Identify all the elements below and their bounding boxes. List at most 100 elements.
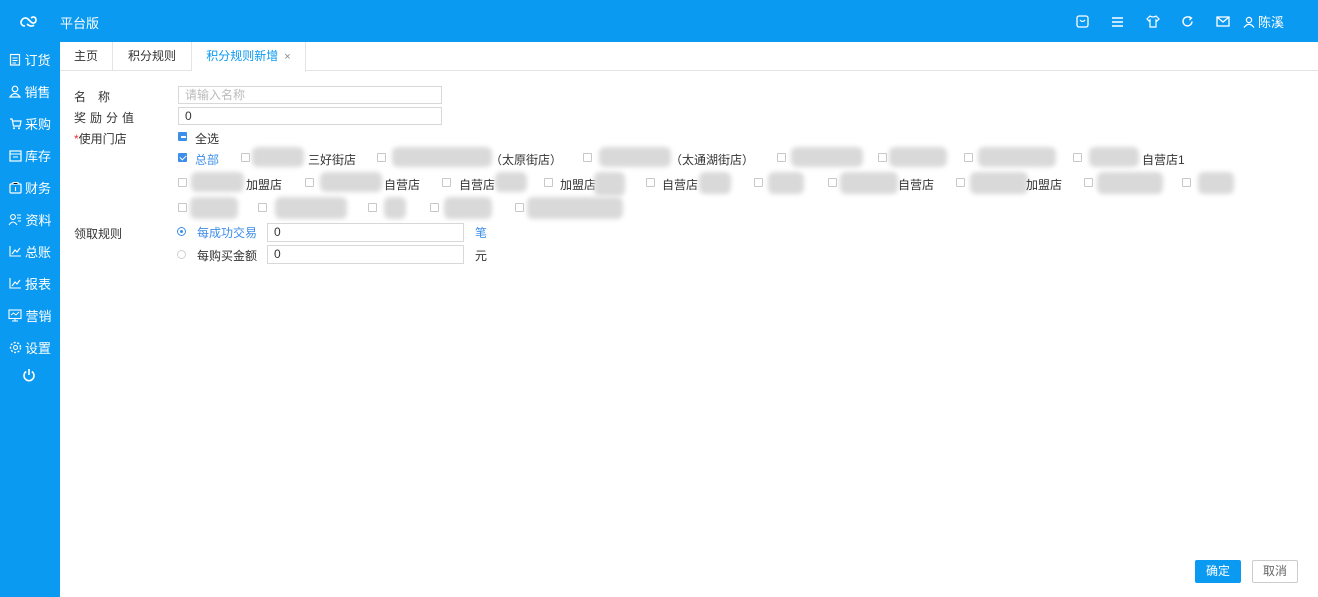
select-all-checkbox[interactable]	[178, 132, 187, 141]
redacted-text	[1097, 172, 1163, 194]
store-checkbox[interactable]	[368, 203, 377, 212]
chart-line-icon	[9, 278, 21, 289]
store-checkbox[interactable]	[258, 203, 267, 212]
store-label: 加盟店	[1026, 178, 1063, 192]
redacted-text	[275, 197, 347, 219]
store-checkbox[interactable]	[1073, 153, 1082, 162]
user-menu[interactable]: 陈溪	[1243, 12, 1284, 31]
refresh-icon[interactable]	[1180, 14, 1196, 30]
redacted-text	[495, 172, 527, 192]
purchase-amount-input[interactable]: 0	[267, 245, 464, 264]
shirt-icon[interactable]	[1145, 14, 1161, 30]
sidebar-item-ledger[interactable]: 总账	[0, 240, 60, 262]
person-icon	[9, 85, 22, 98]
mail-icon[interactable]	[1215, 14, 1231, 30]
rule-label: 领取规则	[74, 227, 123, 241]
redacted-text	[840, 172, 898, 194]
store-label: 三好街店	[308, 153, 357, 167]
sidebar-item-finance[interactable]: 财务	[0, 176, 60, 198]
store-checkbox[interactable]	[956, 178, 965, 187]
tab-bar: 主页 积分规则 积分规则新增 ×	[60, 42, 1318, 72]
tab-close-icon[interactable]: ×	[284, 51, 290, 63]
redacted-text	[384, 197, 406, 219]
store-checkbox[interactable]	[583, 153, 592, 162]
logo-icon	[18, 10, 40, 32]
store-checkbox[interactable]	[430, 203, 439, 212]
reward-input[interactable]: 0	[178, 107, 442, 125]
store-checkbox[interactable]	[964, 153, 973, 162]
store-checkbox[interactable]	[646, 178, 655, 187]
redacted-text	[191, 172, 244, 192]
store-checkbox[interactable]	[178, 153, 187, 162]
redacted-text	[320, 172, 382, 192]
sidebar-item-purchase[interactable]: 采购	[0, 112, 60, 134]
tab-home[interactable]: 主页	[60, 42, 113, 71]
transaction-count-input[interactable]: 0	[267, 223, 464, 242]
rule-radio-per-transaction[interactable]	[177, 227, 186, 236]
store-checkbox[interactable]	[1084, 178, 1093, 187]
store-checkbox[interactable]	[754, 178, 763, 187]
store-label: 加盟店	[560, 178, 597, 192]
gear-icon	[9, 341, 22, 353]
redacted-text	[768, 172, 804, 194]
top-bar: 平台版 陈溪	[0, 0, 1318, 42]
top-toolbar: 陈溪	[1075, 12, 1284, 31]
power-button[interactable]	[0, 364, 60, 386]
store-checkbox[interactable]	[377, 153, 386, 162]
store-checkbox[interactable]	[828, 178, 837, 187]
reward-label: 奖励分值	[74, 111, 139, 125]
rule-unit: 笔	[475, 226, 488, 240]
cancel-button[interactable]: 取消	[1252, 560, 1298, 583]
warehouse-icon	[9, 149, 22, 162]
sidebar-item-sales[interactable]: 销售	[0, 80, 60, 102]
name-label: 名 称	[74, 90, 111, 104]
store-checkbox[interactable]	[1182, 178, 1191, 187]
sidebar: 订货 销售 采购 库存 财务 资料 总账 报表 营销 设置	[0, 42, 60, 597]
rule-unit: 元	[475, 249, 488, 263]
redacted-text	[599, 147, 671, 167]
name-input[interactable]: 请输入名称	[178, 86, 442, 104]
confirm-button[interactable]: 确定	[1195, 560, 1241, 583]
redacted-text	[190, 197, 238, 219]
redacted-text	[791, 147, 863, 167]
rule-option-label: 每成功交易	[197, 226, 258, 240]
sidebar-item-data[interactable]: 资料	[0, 208, 60, 230]
tab-points-rule-new[interactable]: 积分规则新增 ×	[192, 42, 306, 72]
store-checkbox[interactable]	[442, 178, 451, 187]
store-checkbox[interactable]	[878, 153, 887, 162]
rule-radio-per-amount[interactable]	[177, 250, 186, 259]
menu-icon[interactable]	[1110, 14, 1126, 30]
store-label: 自营店	[662, 178, 699, 192]
redacted-text	[527, 197, 623, 219]
store-checkbox[interactable]	[777, 153, 786, 162]
sidebar-item-settings[interactable]: 设置	[0, 336, 60, 358]
sidebar-item-inventory[interactable]: 库存	[0, 144, 60, 166]
store-checkbox[interactable]	[178, 203, 187, 212]
monitor-icon	[8, 308, 23, 321]
bag-icon[interactable]	[1075, 14, 1091, 30]
people-icon	[9, 213, 22, 225]
store-checkbox[interactable]	[178, 178, 187, 187]
store-checkbox[interactable]	[515, 203, 524, 212]
store-label: 自营店	[898, 178, 935, 192]
redacted-text	[978, 147, 1056, 167]
sidebar-item-marketing[interactable]: 营销	[0, 304, 60, 326]
redacted-text	[699, 172, 731, 194]
sidebar-item-report[interactable]: 报表	[0, 272, 60, 294]
store-checkbox[interactable]	[305, 178, 314, 187]
sidebar-item-order[interactable]: 订货	[0, 48, 60, 70]
user-name: 陈溪	[1257, 15, 1284, 30]
store-label: 加盟店	[246, 178, 283, 192]
power-icon	[22, 369, 35, 382]
store-label: 自营店	[384, 178, 421, 192]
redacted-text	[1198, 172, 1234, 194]
clipboard-icon	[10, 53, 21, 66]
redacted-text	[970, 172, 1028, 194]
tab-points-rules[interactable]: 积分规则	[113, 42, 192, 71]
store-label: （太原街店）	[490, 153, 563, 167]
redacted-text	[594, 172, 625, 196]
store-checkbox[interactable]	[241, 153, 250, 162]
finance-icon	[9, 181, 22, 194]
store-checkbox[interactable]	[544, 178, 553, 187]
store-label: 自营店1	[1142, 153, 1185, 167]
